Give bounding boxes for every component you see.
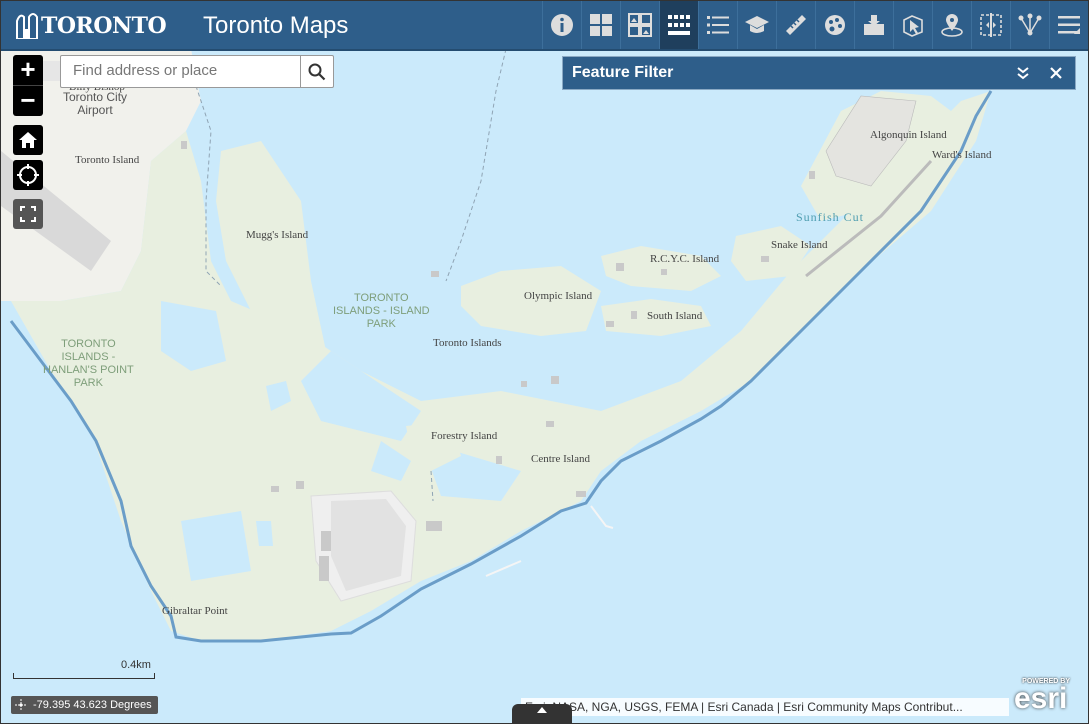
map-label-sunfish-cut: Sunfish Cut [796,210,865,224]
print-button[interactable] [854,1,893,49]
map-label-algonquin-island: Algonquin Island [870,129,947,141]
map-view[interactable]: Billy Bishop Toronto City Airport Toront… [1,49,1088,723]
basemap-gallery-icon [590,14,612,36]
map-label-forestry-island: Forestry Island [431,430,498,442]
app-title: Toronto Maps [203,12,349,39]
map-label-wards-island: Ward's Island [932,149,992,161]
esri-brand: esri [1014,682,1068,715]
draw-icon [825,15,845,35]
draw-button[interactable] [815,1,854,49]
map-label-park-west-line1: TORONTO [61,338,116,350]
info-icon [551,14,573,36]
scalebar-line [13,673,155,679]
location-button[interactable] [932,1,971,49]
measure-button[interactable] [776,1,815,49]
share-button[interactable] [1010,1,1049,49]
home-button[interactable] [13,125,43,155]
layer-list-icon [707,16,729,34]
app-frame: Billy Bishop Toronto City Airport Toront… [0,0,1089,724]
menu-icon [1058,16,1080,34]
panel-title: Feature Filter [572,64,674,81]
map-label-park-center-line1: TORONTO [353,292,409,304]
map-label-park-center: TORONTO ISLANDS - ISLAND PARK [333,292,430,331]
map-label-park-west-line2: ISLANDS - [61,351,116,363]
swipe-button[interactable] [971,1,1010,49]
home-icon [19,132,37,148]
coordinate-display[interactable]: -79.395 43.623 Degrees [11,696,158,714]
map-label-park-center-line3: PARK [366,318,396,330]
layer-gallery-button[interactable] [620,1,659,49]
panel-collapse-button[interactable] [1015,65,1031,81]
zoom-in-button[interactable]: + [13,55,43,85]
map-label-south-island: South Island [647,310,703,322]
education-icon [745,16,769,33]
fullscreen-button[interactable] [13,199,43,229]
map-label-snake-island: Snake Island [771,239,828,251]
attribution-text: Esri, NASA, NGA, USGS, FEMA | Esri Canad… [521,698,1009,716]
app-header: TORONTO Toronto Maps [1,1,1088,51]
crosshair-icon [17,164,39,186]
fullscreen-icon [20,206,36,222]
coordinate-text: -79.395 43.623 Degrees [33,699,152,711]
select-button[interactable] [893,1,932,49]
swipe-icon [980,13,1002,37]
map-label-centre-island: Centre Island [531,453,590,465]
info-button[interactable] [542,1,581,49]
my-location-button[interactable] [13,160,43,190]
toronto-logo[interactable]: TORONTO [15,11,167,39]
search-icon [308,63,326,80]
basemap-gallery-button[interactable] [581,1,620,49]
zoom-control: + − [13,55,43,116]
layer-list-button[interactable] [698,1,737,49]
map-label-toronto-island: Toronto Island [75,154,140,166]
panel-close-button[interactable] [1049,61,1063,85]
caret-up-icon [537,707,547,713]
measure-icon [786,15,806,35]
feature-filter-button[interactable] [659,1,698,49]
logo-text: TORONTO [41,13,167,39]
education-button[interactable] [737,1,776,49]
map-label-toronto-islands: Toronto Islands [433,337,502,349]
map-label-park-west-line3: HANLAN'S POINT [43,364,134,376]
menu-button[interactable] [1049,1,1088,49]
select-icon [903,15,923,37]
map-label-park-west-line4: PARK [73,377,103,389]
map-label-olympic-island: Olympic Island [524,290,593,302]
attribution-toggle[interactable] [512,704,572,723]
share-icon [1018,13,1042,36]
zoom-out-button[interactable]: − [13,85,43,116]
search-box [60,55,334,88]
feature-filter-icon [668,15,690,35]
city-hall-icon [16,13,38,39]
toolbar [542,1,1088,49]
map-label-gibraltar-point: Gibraltar Point [162,605,228,617]
location-icon [941,14,963,37]
esri-logo[interactable]: POWERED BY esri [1014,678,1074,716]
map-label-muggs-island: Mugg's Island [246,229,309,241]
basemap-graphic [1,49,1088,723]
map-label-airport-line2: Airport [77,103,113,117]
print-icon [864,15,884,35]
search-button[interactable] [300,56,333,87]
double-chevron-down-icon [1017,67,1029,80]
search-input[interactable] [61,56,301,85]
map-label-rcyc-island: R.C.Y.C. Island [650,253,720,265]
coordinate-icon [15,699,27,711]
map-label-park-center-line2: ISLANDS - ISLAND [333,305,430,317]
layer-gallery-icon [628,13,652,37]
feature-filter-panel: Feature Filter [562,56,1076,90]
scalebar-label: 0.4km [121,659,151,671]
map-label-airport: Toronto City Airport [63,91,127,117]
map-label-park-west: TORONTO ISLANDS - HANLAN'S POINT PARK [43,338,134,390]
close-icon [1050,67,1062,79]
